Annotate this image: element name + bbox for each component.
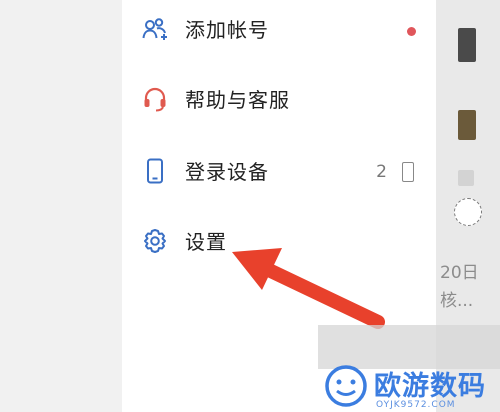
menu-item-login-devices[interactable]: 登录设备 2	[122, 144, 436, 200]
device-icon	[402, 162, 414, 182]
thumbnail-image	[458, 110, 476, 140]
device-count: 2	[376, 162, 387, 182]
brand-name: 欧游数码	[374, 371, 486, 402]
menu-item-label: 登录设备	[185, 160, 269, 184]
menu-item-settings[interactable]: 设置	[122, 214, 436, 270]
avatar	[454, 198, 482, 226]
background-left-panel	[0, 0, 122, 412]
thumbnail-image	[458, 170, 474, 186]
brand-face-icon	[325, 365, 367, 407]
gear-icon	[144, 229, 166, 253]
phone-icon	[147, 158, 163, 184]
headset-icon	[144, 87, 166, 112]
menu-item-help-support[interactable]: 帮助与客服	[122, 72, 436, 128]
notification-dot	[407, 27, 416, 36]
thumbnail-image	[458, 28, 476, 62]
brand-url: OYJK9572.COM	[376, 400, 456, 410]
watermark-logo: 欧游数码 OYJK9572.COM	[318, 360, 500, 412]
menu-item-label: 添加帐号	[185, 18, 269, 42]
menu-item-label: 设置	[185, 230, 227, 254]
menu-item-add-account[interactable]: 添加帐号	[122, 2, 436, 58]
menu-item-label: 帮助与客服	[185, 88, 290, 112]
add-account-icon	[142, 18, 167, 40]
side-date-text: 20日	[440, 263, 479, 283]
side-sub-text: 核...	[440, 291, 474, 311]
